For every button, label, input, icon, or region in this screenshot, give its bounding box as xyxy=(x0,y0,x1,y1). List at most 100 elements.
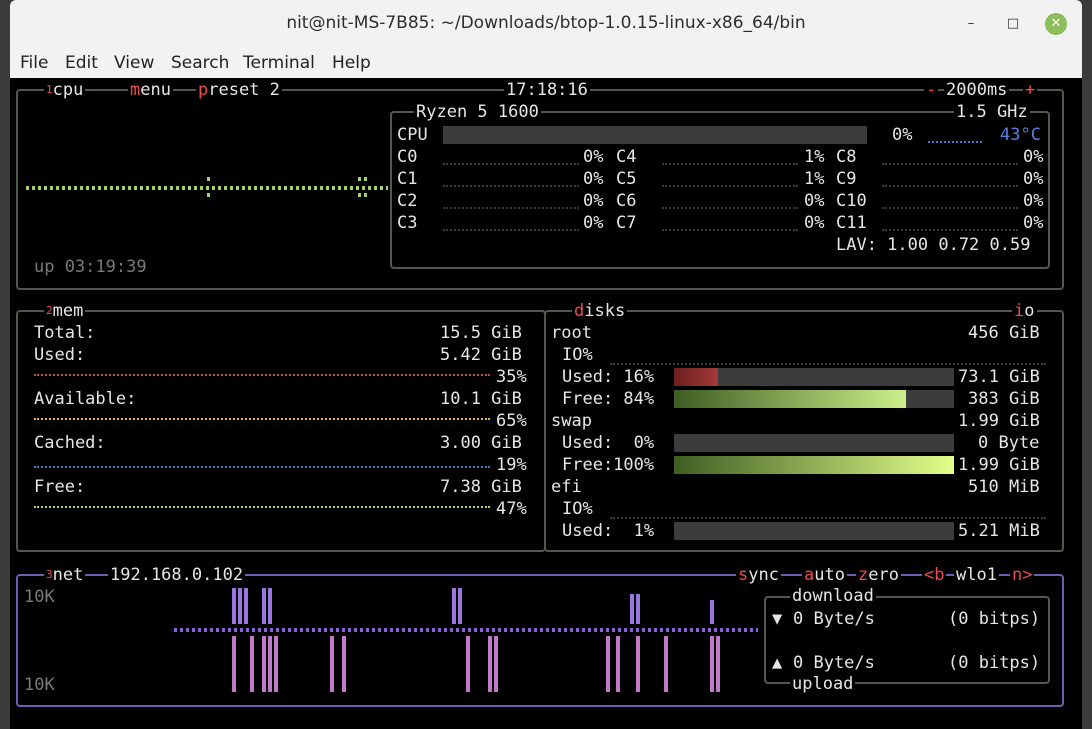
disk-swap-name: swap xyxy=(551,411,592,431)
core-graph xyxy=(662,163,798,167)
upload-arrow-icon: ▲ xyxy=(772,653,783,673)
close-button[interactable]: ✕ xyxy=(1045,13,1067,35)
net-scale-bottom: 10K xyxy=(24,675,55,695)
menu-file[interactable]: File xyxy=(20,53,48,73)
core-graph xyxy=(443,229,579,233)
menu-edit[interactable]: Edit xyxy=(65,53,98,73)
net-sync-toggle[interactable]: sync xyxy=(736,565,781,585)
interval-increase[interactable]: + xyxy=(1023,80,1038,100)
cpu-frequency: 1.5 GHz xyxy=(954,102,1030,122)
core-name: C1 xyxy=(397,169,418,189)
net-next-interface[interactable]: n> xyxy=(1010,565,1035,585)
mem-avail-value: 10.1 GiB xyxy=(440,389,522,409)
core-name: C8 xyxy=(836,147,857,167)
net-auto-toggle[interactable]: auto xyxy=(802,565,847,585)
maximize-button[interactable]: □ xyxy=(1002,13,1024,35)
core-pct: 1% xyxy=(804,147,825,167)
cpu-menu-toggle[interactable]: menu xyxy=(128,80,173,100)
disk-root-name: root xyxy=(551,323,592,343)
cpu-graph xyxy=(26,177,388,197)
disks-box-title[interactable]: disks xyxy=(572,301,628,321)
mem-free-value: 7.38 GiB xyxy=(440,477,522,497)
disk-root-used-label: Used: 16% xyxy=(562,367,655,387)
mem-box-title: 2mem xyxy=(44,301,86,321)
temp-graph xyxy=(928,141,982,145)
disk-root-free-label: Free: 84% xyxy=(562,389,655,409)
window-title: nit@nit-MS-7B85: ~/Downloads/btop-1.0.15… xyxy=(286,13,806,33)
core-name: C6 xyxy=(616,191,637,211)
mem-used-meter xyxy=(34,374,490,382)
minimize-button[interactable]: – xyxy=(960,13,982,35)
menu-terminal[interactable]: Terminal xyxy=(243,53,315,73)
core-graph xyxy=(882,229,1018,233)
net-box-title: 3net xyxy=(44,565,86,585)
core-pct: 0% xyxy=(583,191,604,211)
net-download-rate: 0 Byte/s xyxy=(793,609,875,629)
disk-efi-used-meter xyxy=(674,522,954,540)
disk-root-free-value: 383 GiB xyxy=(968,389,1040,409)
cpu-total-label: CPU xyxy=(397,125,428,145)
title-bar[interactable]: nit@nit-MS-7B85: ~/Downloads/btop-1.0.15… xyxy=(10,0,1082,48)
menu-view[interactable]: View xyxy=(114,53,154,73)
cpu-preset-toggle[interactable]: preset 2 xyxy=(196,80,282,100)
cpu-model: Ryzen 5 1600 xyxy=(414,102,541,122)
net-ip: 192.168.0.102 xyxy=(108,565,246,585)
disk-swap-free-label: Free:100% xyxy=(562,455,655,475)
core-graph xyxy=(662,207,798,211)
terminal-window: nit@nit-MS-7B85: ~/Downloads/btop-1.0.15… xyxy=(10,0,1082,729)
mem-avail-label: Available: xyxy=(34,389,137,409)
mem-free-pct: 47% xyxy=(496,499,527,519)
mem-cached-pct: 19% xyxy=(496,455,527,475)
mem-free-label: Free: xyxy=(34,477,86,497)
core-graph xyxy=(443,163,579,167)
core-name: C4 xyxy=(616,147,637,167)
disk-efi-used-label: Used: 1% xyxy=(562,521,655,541)
core-name: C5 xyxy=(616,169,637,189)
net-interface: wlo1 xyxy=(954,565,999,585)
disk-efi-used-value: 5.21 MiB xyxy=(958,521,1040,541)
menu-bar: File Edit View Search Terminal Help xyxy=(10,48,1082,78)
mem-cached-value: 3.00 GiB xyxy=(440,433,522,453)
net-upload-bits: (0 bitps) xyxy=(948,653,1041,673)
interval-decrease[interactable]: - xyxy=(924,80,939,100)
disk-swap-used-meter xyxy=(674,434,954,452)
core-pct: 0% xyxy=(583,169,604,189)
disk-efi-size: 510 MiB xyxy=(968,477,1040,497)
io-toggle[interactable]: io xyxy=(1012,301,1037,321)
net-upload-label: upload xyxy=(790,674,856,694)
menu-help[interactable]: Help xyxy=(332,53,371,73)
core-pct: 0% xyxy=(583,213,604,233)
core-graph xyxy=(662,185,798,189)
disk-root-free-meter xyxy=(674,390,954,408)
core-name: C11 xyxy=(836,213,867,233)
net-graph xyxy=(174,588,758,692)
core-pct: 0% xyxy=(583,147,604,167)
core-graph xyxy=(662,229,798,233)
menu-search[interactable]: Search xyxy=(171,53,229,73)
mem-total-value: 15.5 GiB xyxy=(440,323,522,343)
disk-root-io-label: IO% xyxy=(562,345,593,365)
disk-swap-free-value: 1.99 GiB xyxy=(958,455,1040,475)
core-pct: 0% xyxy=(1023,147,1044,167)
mem-free-meter xyxy=(34,506,490,514)
net-download-bits: (0 bitps) xyxy=(948,609,1041,629)
mem-avail-meter xyxy=(34,418,490,426)
clock: 17:18:16 xyxy=(504,80,590,100)
disk-root-used-value: 73.1 GiB xyxy=(958,367,1040,387)
disk-swap-free-meter xyxy=(674,456,954,474)
core-graph xyxy=(882,207,1018,211)
disk-swap-used-value: 0 Byte xyxy=(978,433,1040,453)
net-prev-interface[interactable]: <b xyxy=(922,565,947,585)
terminal-area[interactable]: 1cpu menu preset 2 17:18:16 - 2000ms + u… xyxy=(10,78,1082,729)
net-zero-toggle[interactable]: zero xyxy=(856,565,901,585)
core-graph xyxy=(882,163,1018,167)
disk-root-used-meter xyxy=(674,368,954,386)
disk-swap-size: 1.99 GiB xyxy=(958,411,1040,431)
core-name: C3 xyxy=(397,213,418,233)
core-name: C9 xyxy=(836,169,857,189)
net-download-label: download xyxy=(790,586,876,606)
disk-root-size: 456 GiB xyxy=(968,323,1040,343)
core-pct: 0% xyxy=(804,191,825,211)
core-name: C10 xyxy=(836,191,867,211)
disk-efi-io-label: IO% xyxy=(562,499,593,519)
